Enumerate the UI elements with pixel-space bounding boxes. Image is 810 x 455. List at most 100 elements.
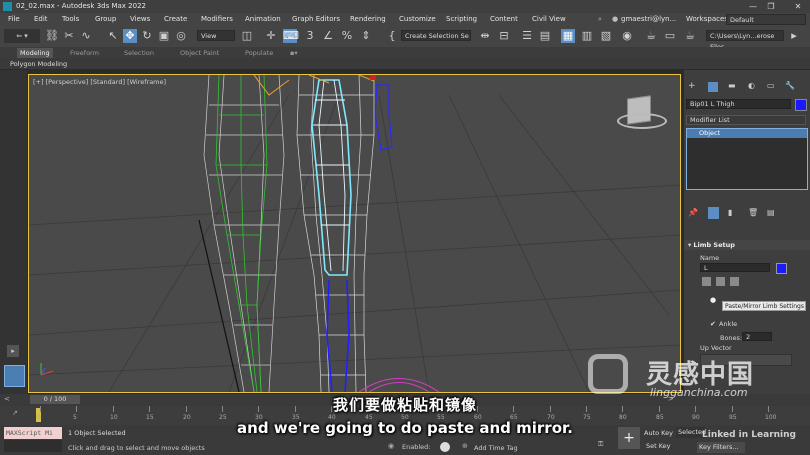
- menu-content[interactable]: Content: [490, 15, 518, 23]
- configure-sets-icon[interactable]: ▤: [767, 208, 775, 217]
- menu-file[interactable]: File: [8, 15, 20, 23]
- select-move-icon[interactable]: ✥: [123, 29, 137, 43]
- hierarchy-panel-icon[interactable]: ▬: [728, 81, 736, 90]
- user-account-menu[interactable]: gmaestri@lyn...: [621, 15, 676, 23]
- layer-explorer-icon[interactable]: ▤: [538, 29, 552, 43]
- menu-animation[interactable]: Animation: [245, 15, 281, 23]
- ribbon-options-icon[interactable]: ▪▾: [290, 48, 298, 58]
- menu-scripting[interactable]: Scripting: [446, 15, 477, 23]
- pivot-center-icon[interactable]: ◫: [240, 29, 254, 43]
- menu-create[interactable]: Create: [164, 15, 187, 23]
- modifier-list-dropdown[interactable]: Modifier List: [686, 115, 806, 125]
- add-time-tag-button[interactable]: Add Time Tag: [474, 444, 518, 452]
- menu-graph-editors[interactable]: Graph Editors: [292, 15, 340, 23]
- paste-mirror-limb-icon[interactable]: [730, 277, 739, 286]
- copy-limb-icon[interactable]: [702, 277, 711, 286]
- tab-object-paint[interactable]: Object Paint: [180, 48, 219, 58]
- named-selection-dropdown[interactable]: Create Selection Se: [401, 30, 471, 41]
- enabled-toggle[interactable]: [440, 442, 450, 452]
- project-folder-icon[interactable]: ▸: [787, 29, 801, 43]
- stack-item-object[interactable]: Object: [687, 129, 807, 138]
- limb-setup-rollout-header[interactable]: ▾ Limb Setup: [684, 240, 810, 250]
- viewport-layout-icon[interactable]: [4, 365, 25, 387]
- keyboard-shortcut-override-icon[interactable]: ⌨: [283, 29, 299, 43]
- menu-views[interactable]: Views: [130, 15, 150, 23]
- maximize-button[interactable]: ❐: [763, 1, 779, 12]
- limb-name-field[interactable]: L: [700, 263, 770, 272]
- ankle-checkbox[interactable]: ✔: [710, 320, 716, 328]
- modifier-stack[interactable]: Object: [686, 128, 808, 190]
- percent-snap-icon[interactable]: %: [340, 29, 354, 43]
- key-filters-button[interactable]: Key Filters...: [697, 442, 745, 453]
- schematic-view-icon[interactable]: ▧: [599, 29, 613, 43]
- search-icon[interactable]: ⌕: [598, 15, 602, 24]
- spinner-snap-icon[interactable]: ⇕: [359, 29, 373, 43]
- object-name-field[interactable]: Bip01 L Thigh: [686, 99, 791, 109]
- menu-civil-view[interactable]: Civil View: [532, 15, 566, 23]
- pin-stack-icon[interactable]: 📌: [688, 208, 698, 217]
- menu-rendering[interactable]: Rendering: [350, 15, 386, 23]
- project-path-dropdown[interactable]: C:\Users\Lyn...erose Files: [706, 30, 784, 51]
- motion-panel-icon[interactable]: ◐: [748, 81, 755, 90]
- menu-tools[interactable]: Tools: [62, 15, 79, 23]
- wireframe-scene: [29, 75, 680, 392]
- select-manipulate-icon[interactable]: ✛: [264, 29, 278, 43]
- tab-modeling[interactable]: Modeling: [17, 48, 53, 58]
- display-panel-icon[interactable]: ▭: [767, 81, 775, 90]
- menu-edit[interactable]: Edit: [34, 15, 48, 23]
- paste-limb-icon[interactable]: [716, 277, 725, 286]
- viewcube-compass[interactable]: [617, 113, 667, 129]
- menu-modifiers[interactable]: Modifiers: [201, 15, 233, 23]
- render-production-icon[interactable]: ☕: [683, 29, 697, 43]
- utilities-panel-icon[interactable]: 🔧: [785, 81, 795, 90]
- undo-redo-group[interactable]: ⇐ ▾: [4, 29, 40, 43]
- modify-panel-icon[interactable]: [708, 82, 718, 92]
- reference-coordinate-dropdown[interactable]: View: [197, 30, 235, 41]
- set-key-button[interactable]: Set Key: [646, 442, 671, 450]
- expand-layout-icon[interactable]: ▸: [7, 345, 19, 357]
- time-tag-icon[interactable]: ⊕: [462, 442, 468, 450]
- scene-explorer-icon[interactable]: ☰: [520, 29, 534, 43]
- tab-populate[interactable]: Populate: [245, 48, 273, 58]
- polygon-modeling-label[interactable]: Polygon Modeling: [10, 60, 67, 68]
- snaps-toggle-icon[interactable]: 3: [303, 29, 317, 43]
- ribbon-panel: Polygon Modeling: [0, 58, 810, 70]
- viewport-label[interactable]: [+] [Perspective] [Standard] [Wireframe]: [33, 78, 166, 86]
- select-scale-icon[interactable]: ▣: [157, 29, 171, 43]
- isolate-selection-icon[interactable]: ◉: [388, 442, 394, 450]
- tab-selection[interactable]: Selection: [124, 48, 154, 58]
- remove-modifier-icon[interactable]: 🗑: [748, 208, 758, 217]
- perspective-viewport[interactable]: [+] [Perspective] [Standard] [Wireframe]: [28, 74, 681, 393]
- select-object-icon[interactable]: ↖: [106, 29, 120, 43]
- show-end-result-icon[interactable]: [708, 207, 719, 219]
- bind-spacewarp-icon[interactable]: ∿: [79, 29, 93, 43]
- lock-icon[interactable]: ⚿: [598, 440, 603, 449]
- object-color-swatch[interactable]: [795, 99, 807, 111]
- menu-customize[interactable]: Customize: [399, 15, 436, 23]
- create-panel-icon[interactable]: +: [688, 81, 696, 91]
- make-unique-icon[interactable]: ▮: [728, 208, 732, 217]
- minimize-button[interactable]: —: [745, 1, 761, 12]
- mirror-icon[interactable]: ⇹: [478, 29, 492, 43]
- unlink-icon[interactable]: ✂: [62, 29, 76, 43]
- render-setup-icon[interactable]: ☕: [644, 29, 658, 43]
- rendered-frame-window-icon[interactable]: ▭: [663, 29, 677, 43]
- limb-color-swatch[interactable]: [776, 263, 787, 274]
- select-place-icon[interactable]: ◎: [174, 29, 188, 43]
- angle-snap-icon[interactable]: ∠: [321, 29, 335, 43]
- bones-spinner[interactable]: 2: [742, 332, 772, 341]
- menu-group[interactable]: Group: [95, 15, 116, 23]
- select-rotate-icon[interactable]: ↻: [140, 29, 154, 43]
- workspaces-label: Workspaces:: [686, 15, 731, 23]
- maxscript-input[interactable]: [4, 440, 62, 452]
- radio-icon[interactable]: ●: [710, 296, 716, 304]
- close-button[interactable]: ✕: [790, 1, 806, 12]
- link-icon[interactable]: ⛓: [45, 29, 59, 43]
- material-editor-icon[interactable]: ◉: [620, 29, 634, 43]
- workspaces-dropdown[interactable]: Default: [726, 14, 806, 25]
- align-icon[interactable]: ⊟: [497, 29, 511, 43]
- curve-editor-icon[interactable]: ▥: [580, 29, 594, 43]
- tab-freeform[interactable]: Freeform: [70, 48, 99, 58]
- edit-named-selection-icon[interactable]: {: [385, 29, 399, 43]
- toggle-ribbon-icon[interactable]: ▦: [561, 29, 575, 43]
